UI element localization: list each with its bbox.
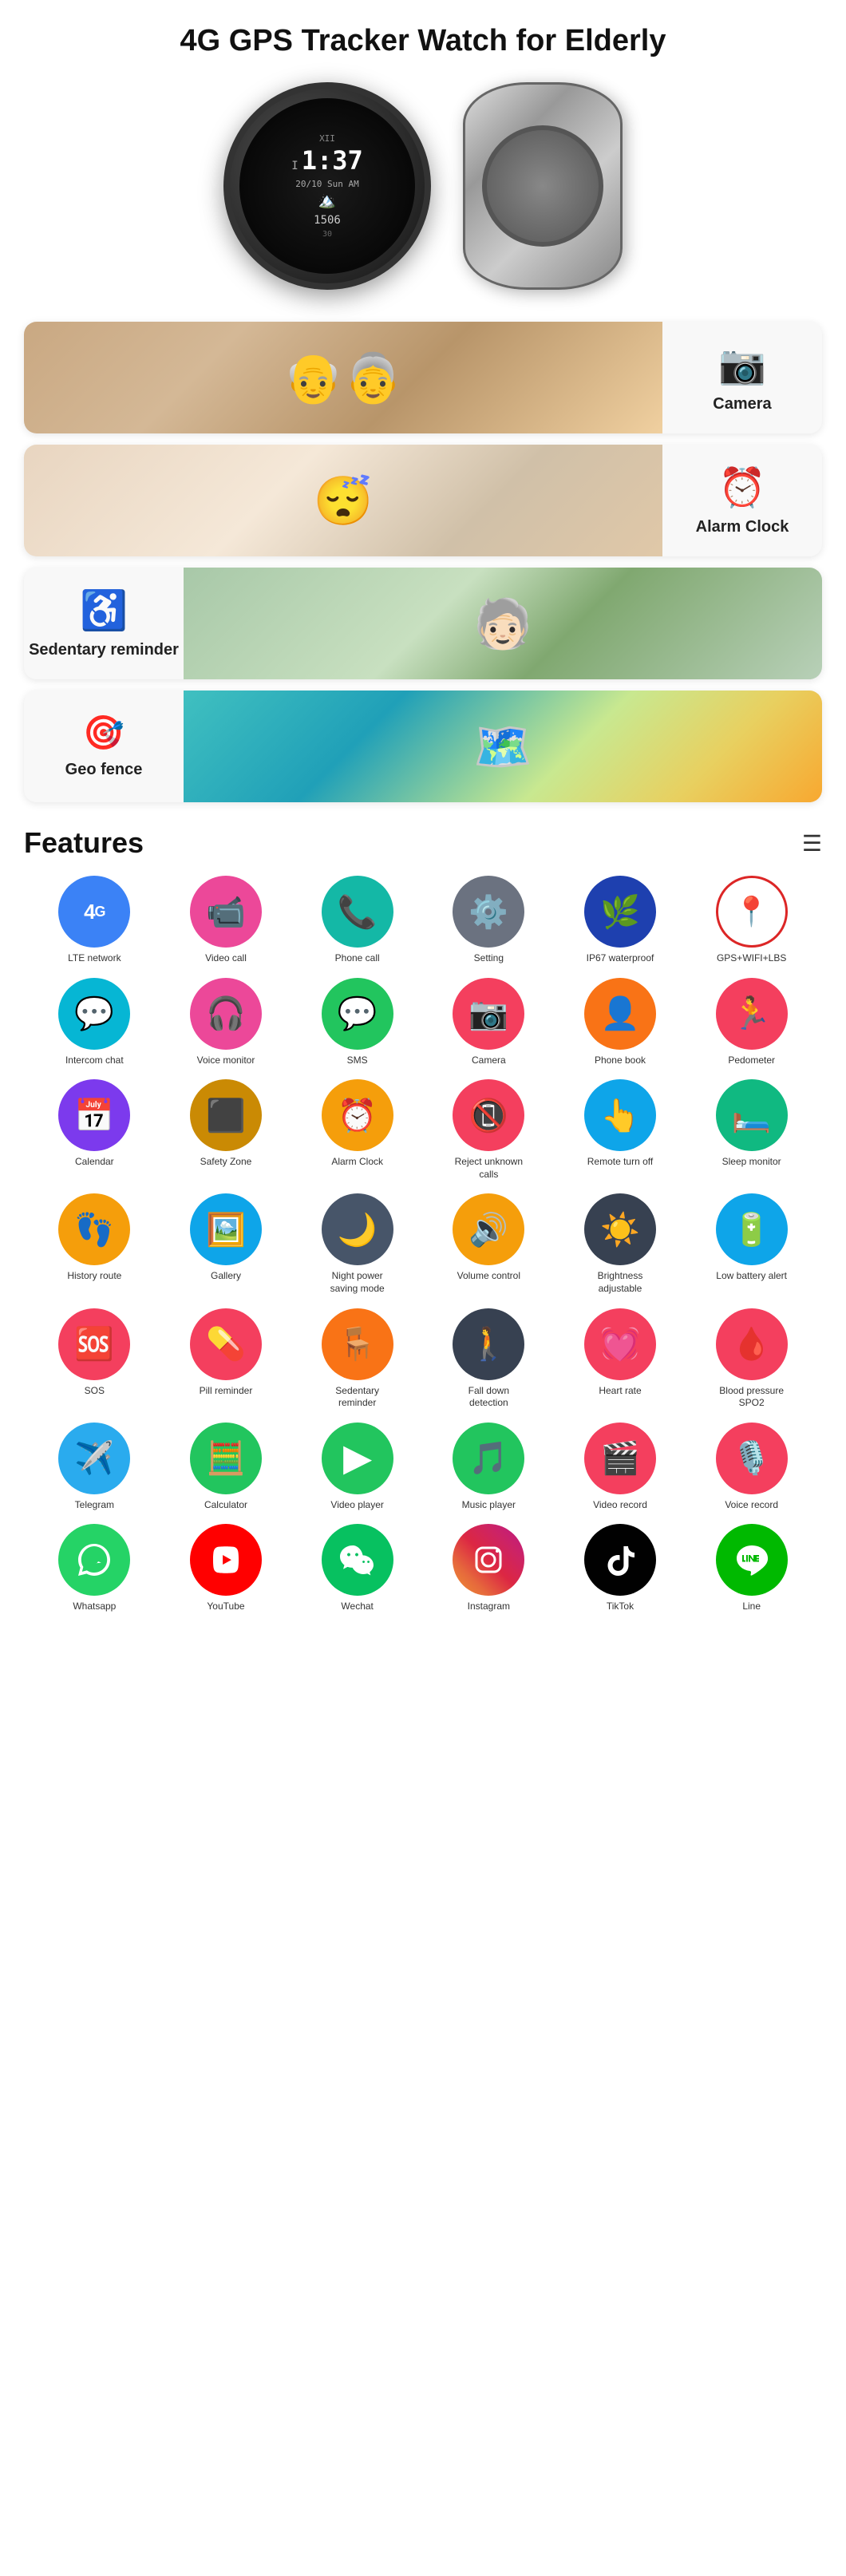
icon-calculator[interactable]: 🧮 Calculator: [164, 1423, 289, 1512]
icon-gallery[interactable]: 🖼️ Gallery: [164, 1193, 289, 1295]
watch-date: 20/10 Sun AM: [295, 179, 358, 189]
watch-face: XII I 1:37 20/10 Sun AM 🏔️ 1506 30: [239, 98, 415, 274]
features-section: Features ☰ 4G LTE network 📹 Video call 📞…: [0, 810, 846, 1621]
watch-time: 1:37: [302, 145, 363, 176]
icon-rejectcalls[interactable]: 📵 Reject unknown calls: [426, 1079, 551, 1181]
banner-camera-image: 👴👵: [24, 322, 662, 433]
icon-lte[interactable]: 4G LTE network: [32, 876, 157, 965]
camera-label: Camera: [713, 395, 771, 414]
watch-steps: 1506: [314, 214, 341, 227]
icon-whatsapp[interactable]: Whatsapp: [32, 1524, 157, 1613]
geofence-icon: 🎯: [83, 714, 125, 753]
icon-videocall[interactable]: 📹 Video call: [164, 876, 289, 965]
icon-instagram[interactable]: Instagram: [426, 1524, 551, 1613]
icon-sedentary2[interactable]: 🪑 Sedentary reminder: [295, 1308, 420, 1410]
icon-wechat[interactable]: Wechat: [295, 1524, 420, 1613]
icon-voicemonitor[interactable]: 🎧 Voice monitor: [164, 978, 289, 1067]
icon-bpspo2[interactable]: 🩸 Blood pressure SPO2: [689, 1308, 814, 1410]
icon-videoplayer[interactable]: ▶ Video player: [295, 1423, 420, 1512]
icon-tiktok[interactable]: TikTok: [558, 1524, 683, 1613]
sedentary-label: Sedentary reminder: [29, 641, 179, 659]
icon-phonebook[interactable]: 👤 Phone book: [558, 978, 683, 1067]
banner-sedentary-image: 🧓🏻: [184, 568, 822, 679]
banner-camera-icon-area: 📷 Camera: [662, 322, 822, 433]
banner-geofence: 🗺️ 🎯 Geo fence: [24, 690, 822, 802]
icon-alarmclock[interactable]: ⏰ Alarm Clock: [295, 1079, 420, 1181]
banner-alarm-icon-area: ⏰ Alarm Clock: [662, 445, 822, 556]
icon-safetyzone[interactable]: ⬛ Safety Zone: [164, 1079, 289, 1181]
banner-sedentary-icon-area: ♿ Sedentary reminder: [24, 568, 184, 679]
icon-camera[interactable]: 📷 Camera: [426, 978, 551, 1067]
icon-nightmode[interactable]: 🌙 Night power saving mode: [295, 1193, 420, 1295]
features-title: Features: [24, 826, 144, 860]
icon-lowbattery[interactable]: 🔋 Low battery alert: [689, 1193, 814, 1295]
icons-grid: 4G LTE network 📹 Video call 📞 Phone call…: [24, 876, 822, 1613]
sedentary-icon: ♿: [80, 588, 128, 633]
banner-geofence-image: 🗺️: [184, 690, 822, 802]
camera-icon: 📷: [718, 342, 766, 387]
icon-sleepmonitor[interactable]: 🛏️ Sleep monitor: [689, 1079, 814, 1181]
alarm-icon: ⏰: [718, 465, 766, 510]
watch-images-section: XII I 1:37 20/10 Sun AM 🏔️ 1506 30: [0, 74, 846, 314]
icon-heartrate[interactable]: 💓 Heart rate: [558, 1308, 683, 1410]
banner-geofence-icon-area: 🎯 Geo fence: [24, 690, 184, 802]
icon-volume[interactable]: 🔊 Volume control: [426, 1193, 551, 1295]
banner-alarm-image: 😴: [24, 445, 662, 556]
alarm-label: Alarm Clock: [696, 518, 789, 536]
icon-pill[interactable]: 💊 Pill reminder: [164, 1308, 289, 1410]
icon-remoteturnoff[interactable]: 👆 Remote turn off: [558, 1079, 683, 1181]
icon-historyroute[interactable]: 👣 History route: [32, 1193, 157, 1295]
menu-icon[interactable]: ☰: [802, 830, 822, 857]
watch-front-view: XII I 1:37 20/10 Sun AM 🏔️ 1506 30: [223, 82, 431, 290]
icon-voicerecord[interactable]: 🎙️ Voice record: [689, 1423, 814, 1512]
icon-brightness[interactable]: ☀️ Brightness adjustable: [558, 1193, 683, 1295]
banner-sedentary: 🧓🏻 ♿ Sedentary reminder: [24, 568, 822, 679]
icon-pedometer[interactable]: 🏃 Pedometer: [689, 978, 814, 1067]
page-title: 4G GPS Tracker Watch for Elderly: [0, 0, 846, 74]
banner-alarm: 😴 ⏰ Alarm Clock: [24, 445, 822, 556]
icon-line[interactable]: Line: [689, 1524, 814, 1613]
watch-side-view: [463, 82, 623, 290]
icon-calendar[interactable]: 📅 Calendar: [32, 1079, 157, 1181]
features-header: Features ☰: [24, 826, 822, 860]
icon-intercom[interactable]: 💬 Intercom chat: [32, 978, 157, 1067]
icon-telegram[interactable]: ✈️ Telegram: [32, 1423, 157, 1512]
icon-youtube[interactable]: YouTube: [164, 1524, 289, 1613]
icon-sms[interactable]: 💬 SMS: [295, 978, 420, 1067]
banner-camera: 👴👵 📷 Camera: [24, 322, 822, 433]
icon-gps[interactable]: 📍 GPS+WIFI+LBS: [689, 876, 814, 965]
icon-setting[interactable]: ⚙️ Setting: [426, 876, 551, 965]
icon-videorecord[interactable]: 🎬 Video record: [558, 1423, 683, 1512]
icon-waterproof[interactable]: 🌿 IP67 waterproof: [558, 876, 683, 965]
icon-musicplayer[interactable]: 🎵 Music player: [426, 1423, 551, 1512]
icon-sos[interactable]: 🆘 SOS: [32, 1308, 157, 1410]
geofence-label: Geo fence: [65, 761, 143, 779]
icon-phonecall[interactable]: 📞 Phone call: [295, 876, 420, 965]
icon-falldown[interactable]: 🚶 Fall down detection: [426, 1308, 551, 1410]
